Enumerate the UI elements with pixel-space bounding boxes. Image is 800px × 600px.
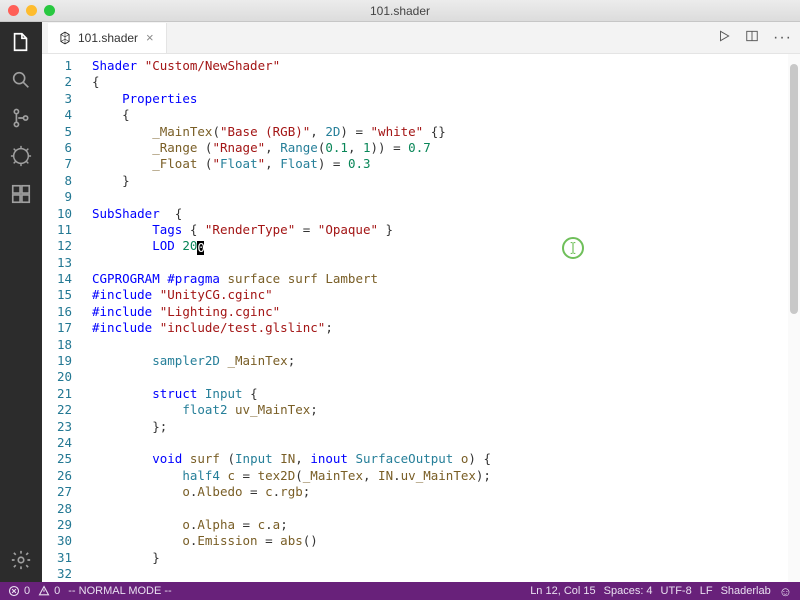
run-icon[interactable] [715, 27, 733, 48]
window-zoom-button[interactable] [44, 5, 55, 16]
tab-bar: 101.shader × ··· [42, 22, 800, 54]
line-gutter: 1234567891011121314151617181920212223242… [42, 54, 86, 582]
split-editor-icon[interactable] [743, 27, 761, 48]
window-title: 101.shader [0, 4, 800, 18]
activity-bar [0, 22, 42, 582]
more-icon[interactable]: ··· [771, 27, 794, 49]
status-bar: 0 0 -- NORMAL MODE -- Ln 12, Col 15 Spac… [0, 582, 800, 600]
code-content[interactable]: Shader "Custom/NewShader"{ Properties { … [86, 54, 800, 582]
close-icon[interactable]: × [144, 30, 156, 45]
text-cursor-indicator [562, 237, 584, 259]
scrollbar-thumb[interactable] [790, 64, 798, 314]
tab-filename: 101.shader [78, 31, 138, 45]
window-close-button[interactable] [8, 5, 19, 16]
extensions-icon[interactable] [9, 182, 33, 206]
status-encoding[interactable]: UTF-8 [661, 585, 692, 597]
status-warnings[interactable]: 0 [38, 585, 60, 597]
status-mode: -- NORMAL MODE -- [68, 585, 171, 597]
editor[interactable]: 1234567891011121314151617181920212223242… [42, 54, 800, 582]
status-spaces[interactable]: Spaces: 4 [604, 585, 653, 597]
search-icon[interactable] [9, 68, 33, 92]
status-feedback-icon[interactable]: ☺ [779, 584, 792, 599]
vertical-scrollbar[interactable] [788, 54, 800, 582]
debug-icon[interactable] [9, 144, 33, 168]
status-language[interactable]: Shaderlab [721, 585, 771, 597]
status-errors[interactable]: 0 [8, 585, 30, 597]
unity-file-icon [58, 31, 72, 45]
status-position[interactable]: Ln 12, Col 15 [530, 585, 595, 597]
gear-icon[interactable] [9, 548, 33, 572]
window-minimize-button[interactable] [26, 5, 37, 16]
tab-file[interactable]: 101.shader × [48, 23, 167, 53]
files-icon[interactable] [9, 30, 33, 54]
status-eol[interactable]: LF [700, 585, 713, 597]
source-control-icon[interactable] [9, 106, 33, 130]
title-bar: 101.shader [0, 0, 800, 22]
